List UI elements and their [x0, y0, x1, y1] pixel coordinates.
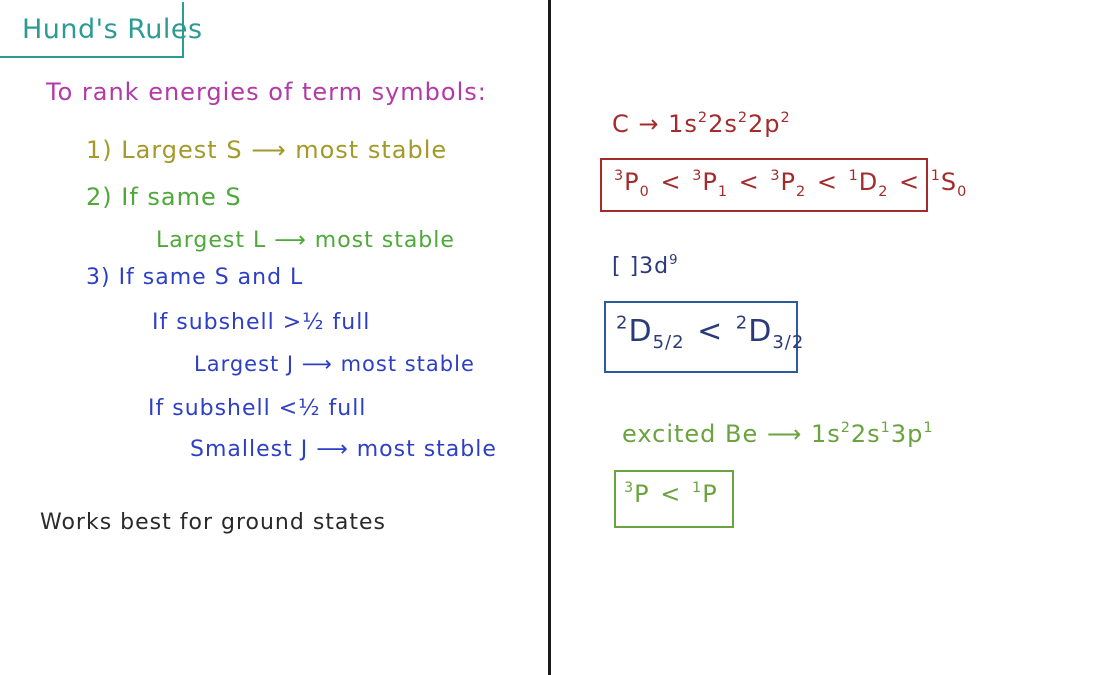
rule-2-detail: Largest L ⟶ most stable: [156, 228, 455, 253]
d9-term-order: 2D5/2 < 2D3/2: [616, 312, 805, 354]
term-1d2: 1D2: [848, 167, 889, 200]
be-term-order: 3P < 1P: [624, 479, 718, 508]
term-3p0: 3P0: [614, 167, 650, 200]
term-3p: 3P: [624, 479, 650, 508]
term-3p2: 3P2: [770, 167, 807, 200]
rule-3-half-under: If subshell <½ full: [148, 396, 367, 421]
be-config: excited Be ⟶ 1s22s13p1: [622, 419, 934, 448]
note-text: Works best for ground states: [40, 510, 387, 535]
rule-3-smallest-j: Smallest J ⟶ most stable: [190, 437, 497, 462]
d9-config: [ ]3d9: [612, 252, 679, 279]
term-2d5-2: 2D5/2: [616, 312, 685, 354]
carbon-config: C → 1s22s22p2: [612, 109, 791, 138]
term-2d3-2: 2D3/2: [735, 312, 805, 354]
center-divider-line: [548, 0, 551, 675]
rule-3-half-over: If subshell >½ full: [152, 310, 371, 335]
carbon-term-order: 3P0 < 3P1 < 3P2 < 1D2 < 1S0: [614, 167, 968, 200]
term-1p: 1P: [692, 479, 718, 508]
page-title: Hund's Rules: [22, 14, 203, 45]
whiteboard-page: Hund's Rules To rank energies of term sy…: [0, 0, 1100, 675]
term-1s0: 1S0: [930, 167, 968, 200]
intro-text: To rank energies of term symbols:: [46, 78, 487, 106]
term-3p1: 3P1: [692, 167, 728, 200]
rule-3: 3) If same S and L: [86, 265, 304, 290]
rule-3-largest-j: Largest J ⟶ most stable: [194, 352, 475, 376]
rule-1: 1) Largest S ⟶ most stable: [86, 136, 448, 164]
rule-2: 2) If same S: [86, 183, 242, 211]
